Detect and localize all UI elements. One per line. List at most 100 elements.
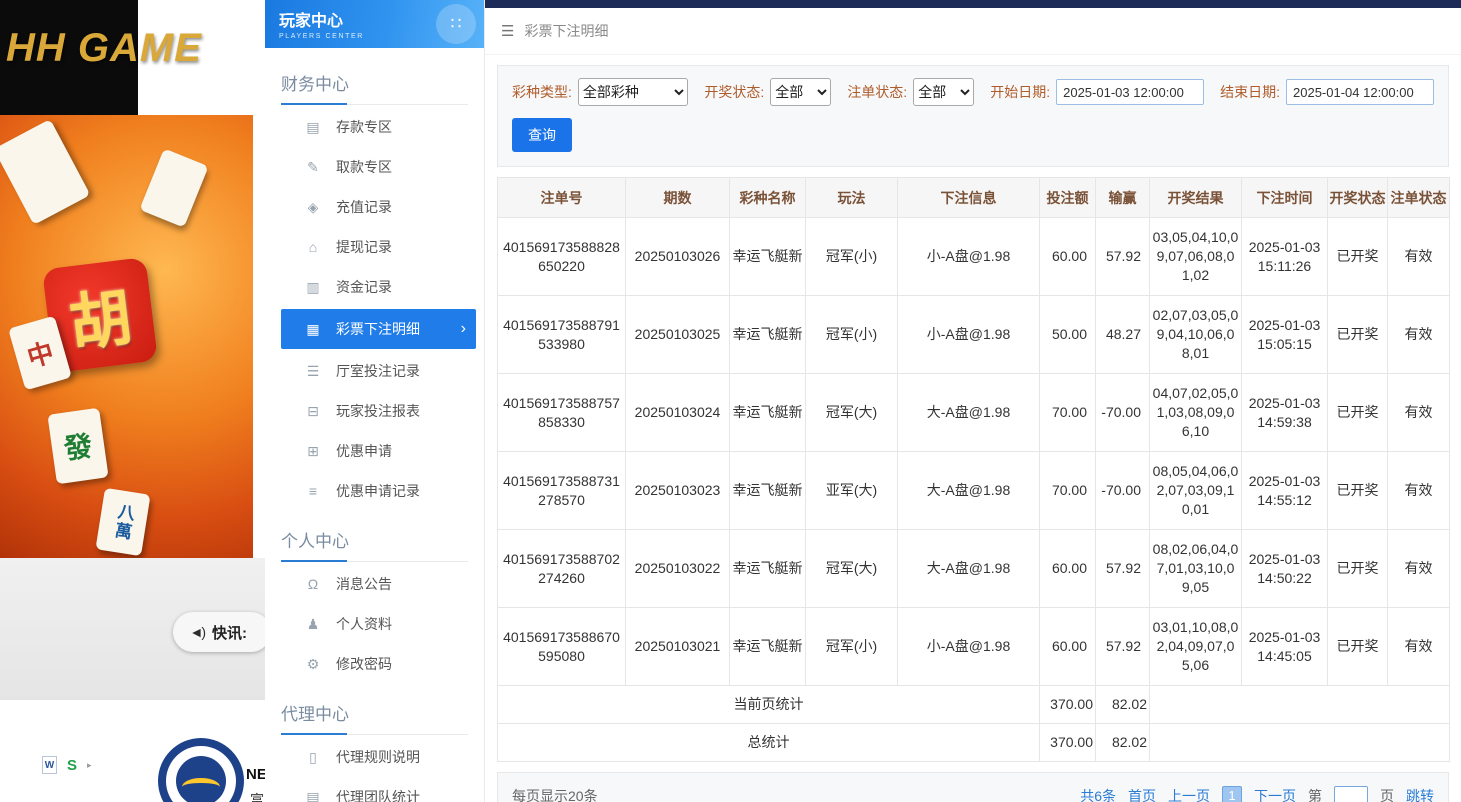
sidebar-item-personal-profile[interactable]: ♟个人资料 bbox=[265, 604, 484, 644]
mahjong-banner-image: 胡 中 發 八萬 bbox=[0, 115, 253, 558]
end-date-input[interactable] bbox=[1286, 79, 1434, 105]
site-logo: HH GAME bbox=[6, 26, 202, 71]
sidebar-item-deposit[interactable]: ▤ 存款专区 bbox=[265, 107, 484, 147]
team-logo-bridge bbox=[182, 778, 220, 796]
table-cell: 有效 bbox=[1388, 374, 1450, 452]
sidebar-item-agent-team-stats[interactable]: ▤代理团队统计 bbox=[265, 777, 484, 802]
column-header: 彩种名称 bbox=[730, 178, 806, 218]
hu-character: 胡 bbox=[64, 267, 137, 364]
page-jump-input[interactable] bbox=[1334, 786, 1368, 802]
sidebar-item-lottery-bet-detail[interactable]: ▦彩票下注明细› bbox=[281, 309, 476, 349]
hall-bet-icon: ☰ bbox=[305, 363, 321, 380]
table-cell: 2025-01-03 14:55:12 bbox=[1242, 452, 1328, 530]
player-report-icon: ⊟ bbox=[305, 403, 321, 420]
sidebar-item-change-password[interactable]: ⚙修改密码 bbox=[265, 644, 484, 684]
more-icon[interactable]: ▸ bbox=[87, 760, 92, 771]
start-date-input[interactable] bbox=[1056, 79, 1204, 105]
team-text: NE bbox=[246, 766, 265, 783]
sidebar-header: 玩家中心 PLAYERS CENTER ∷ bbox=[265, 0, 484, 48]
table-cell: 57.92 bbox=[1096, 218, 1150, 296]
table-cell: 03,05,04,10,09,07,06,08,01,02 bbox=[1150, 218, 1242, 296]
table-cell: 有效 bbox=[1388, 296, 1450, 374]
column-header: 开奖结果 bbox=[1150, 178, 1242, 218]
sidebar-item-hall-bet-record[interactable]: ☰厅室投注记录 bbox=[265, 351, 484, 391]
table-cell: -70.00 bbox=[1096, 374, 1150, 452]
sidebar-item-label: 消息公告 bbox=[336, 574, 392, 594]
table-cell: 2025-01-03 14:59:38 bbox=[1242, 374, 1328, 452]
first-page-link[interactable]: 首页 bbox=[1128, 786, 1156, 802]
table-cell: 已开奖 bbox=[1328, 374, 1388, 452]
table-cell: 有效 bbox=[1388, 452, 1450, 530]
table-cell: 08,05,04,06,02,07,03,09,10,01 bbox=[1150, 452, 1242, 530]
sidebar-item-label: 存款专区 bbox=[336, 117, 392, 137]
search-button[interactable]: 查询 bbox=[512, 118, 572, 152]
table-cell: 20250103023 bbox=[626, 452, 730, 530]
next-page-link[interactable]: 下一页 bbox=[1254, 786, 1296, 802]
table-cell: 60.00 bbox=[1040, 218, 1096, 296]
sidebar-item-withdraw[interactable]: ✎取款专区 bbox=[265, 147, 484, 187]
table-cell: 已开奖 bbox=[1328, 218, 1388, 296]
summary-cell bbox=[1150, 724, 1450, 762]
table-cell: 亚军(大) bbox=[806, 452, 898, 530]
sidebar-item-funds-record[interactable]: ▥资金记录 bbox=[265, 267, 484, 307]
top-navy-strip bbox=[485, 0, 1461, 8]
sidebar-item-agent-rules[interactable]: ▯代理规则说明 bbox=[265, 737, 484, 777]
table-cell: 2025-01-03 14:45:05 bbox=[1242, 608, 1328, 686]
chart-icon: ▤ bbox=[305, 789, 321, 802]
start-date-label: 开始日期: bbox=[990, 82, 1050, 102]
total-summary-row: 总统计370.0082.02 bbox=[498, 724, 1450, 762]
table-cell: 08,02,06,04,07,01,03,10,09,05 bbox=[1150, 530, 1242, 608]
table-row: 40156917358870227426020250103022幸运飞艇新冠军(… bbox=[498, 530, 1450, 608]
table-cell: 有效 bbox=[1388, 218, 1450, 296]
sidebar-item-player-bet-report[interactable]: ⊟玩家投注报表 bbox=[265, 391, 484, 431]
speaker-icon: ◄) bbox=[189, 624, 204, 640]
wps-file-icon[interactable] bbox=[64, 757, 80, 773]
column-header: 注单状态 bbox=[1388, 178, 1450, 218]
sidebar-item-label: 取款专区 bbox=[336, 157, 392, 177]
current-page[interactable]: 1 bbox=[1222, 786, 1242, 802]
bet-status-select[interactable]: 全部 bbox=[913, 78, 974, 106]
table-cell: 幸运飞艇新 bbox=[730, 530, 806, 608]
table-cell: 401569173588731278570 bbox=[498, 452, 626, 530]
table-cell: 大-A盘@1.98 bbox=[898, 452, 1040, 530]
summary-cell: 370.00 bbox=[1040, 686, 1096, 724]
games-decoration-icon: ∷ bbox=[436, 4, 476, 44]
team-subtext: 富 bbox=[250, 790, 264, 802]
jump-link[interactable]: 跳转 bbox=[1406, 786, 1434, 802]
table-header-row: 注单号期数彩种名称玩法下注信息投注额输赢开奖结果下注时间开奖状态注单状态 bbox=[498, 178, 1450, 218]
word-file-icon[interactable] bbox=[42, 756, 57, 774]
bell-icon: Ω bbox=[305, 576, 321, 592]
nav-section-title: 个人中心 bbox=[281, 527, 468, 562]
bet-status-label: 注单状态: bbox=[847, 82, 907, 102]
sidebar-item-withdrawal-record[interactable]: ⌂提现记录 bbox=[265, 227, 484, 267]
table-cell: 20250103026 bbox=[626, 218, 730, 296]
table-cell: 冠军(小) bbox=[806, 608, 898, 686]
summary-cell: 82.02 bbox=[1096, 686, 1150, 724]
sidebar-item-label: 优惠申请 bbox=[336, 441, 392, 461]
table-cell: 50.00 bbox=[1040, 296, 1096, 374]
withdrawal-record-icon: ⌂ bbox=[305, 239, 321, 255]
table-cell: 60.00 bbox=[1040, 530, 1096, 608]
prev-page-link[interactable]: 上一页 bbox=[1168, 786, 1210, 802]
lottery-type-select[interactable]: 全部彩种 bbox=[578, 78, 689, 106]
draw-status-select[interactable]: 全部 bbox=[770, 78, 831, 106]
sidebar-item-message-announcement[interactable]: Ω 消息公告 bbox=[265, 564, 484, 604]
table-row: 40156917358875785833020250103024幸运飞艇新冠军(… bbox=[498, 374, 1450, 452]
team-logo bbox=[158, 738, 244, 802]
news-strip: ◄) 快讯: bbox=[0, 558, 265, 700]
deposit-card-icon: ▤ bbox=[305, 119, 321, 136]
page-header: ☰ 彩票下注明细 bbox=[485, 8, 1461, 55]
menu-toggle-icon[interactable]: ☰ bbox=[501, 22, 514, 40]
sidebar-item-promo-apply[interactable]: ⊞优惠申请 bbox=[265, 431, 484, 471]
table-cell: 有效 bbox=[1388, 608, 1450, 686]
filter-panel: 彩种类型: 全部彩种 开奖状态: 全部 注单状态: 全部 开始日期: 结束日期: bbox=[497, 65, 1449, 167]
nav-section-title: 财务中心 bbox=[281, 70, 468, 105]
sidebar-item-recharge-record[interactable]: ◈充值记录 bbox=[265, 187, 484, 227]
table-cell: 401569173588757858330 bbox=[498, 374, 626, 452]
sidebar: 玩家中心 PLAYERS CENTER ∷ 财务中心 ▤ 存款专区 ✎取款专区◈充值记… bbox=[265, 0, 485, 802]
document-icon: ▯ bbox=[305, 749, 321, 766]
table-cell: 401569173588670595080 bbox=[498, 608, 626, 686]
sidebar-item-promo-apply-record[interactable]: ≡优惠申请记录 bbox=[265, 471, 484, 511]
table-cell: 已开奖 bbox=[1328, 608, 1388, 686]
table-cell: 20250103024 bbox=[626, 374, 730, 452]
